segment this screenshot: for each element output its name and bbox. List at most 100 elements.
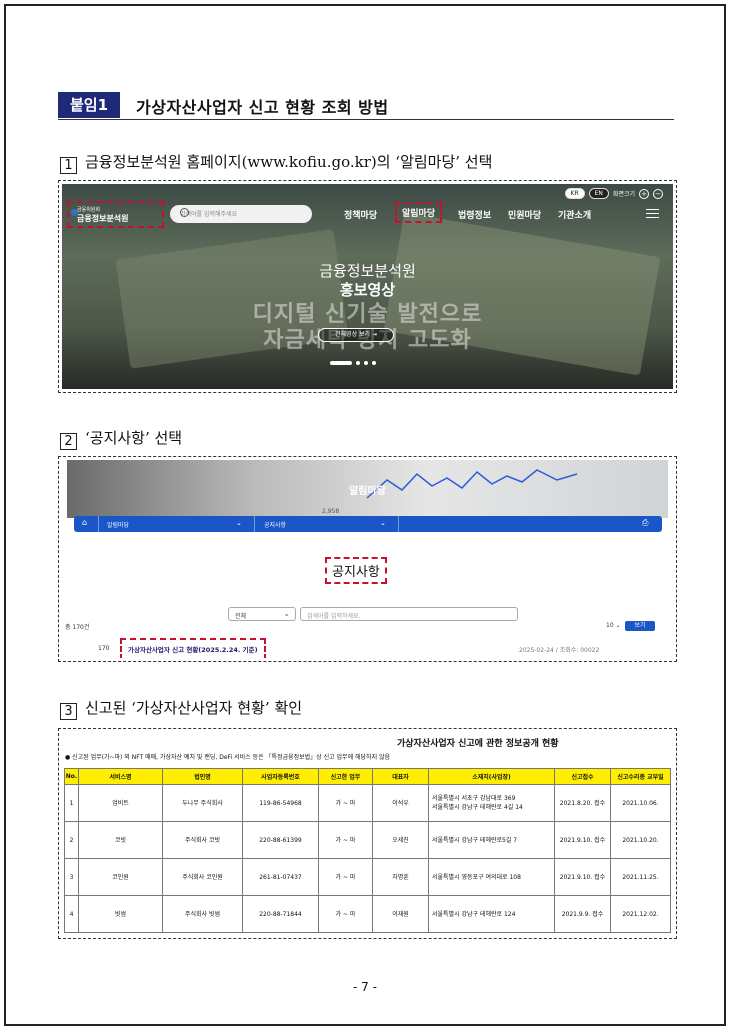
table-cell: 주식회사 빗썸 [162,895,243,933]
board-title: 공지사항 [325,557,387,584]
table-note: ● 신고된 업무(가~마) 외 NFT 매매, 가상자산 예치 및 랜딩, De… [65,754,391,761]
table-cell: 261-81-07437 [242,858,319,896]
table-cell: 이석우 [372,784,429,822]
lang-en-button[interactable]: EN [588,188,609,199]
search-icon[interactable] [180,208,189,217]
zoom-label: 화면크기 [612,191,635,198]
section-heading: 붙임1 가상자산사업자 신고 현황 조회 방법 [58,92,674,120]
table-cell: 오세진 [372,821,429,859]
lang-kr-button[interactable]: KR [564,188,585,199]
step-number: 3 [60,703,77,720]
pause-icon[interactable] [372,361,376,365]
table-cell: 서울특별시 서초구 강남대로 369 서울특별시 강남구 테헤란로 4길 14 [428,784,555,822]
step-2: 2 ‘공지사항’ 선택 [60,427,182,450]
column-header: 대표자 [372,768,429,785]
table-cell: 2021.12.02. [610,895,671,933]
table-cell: 가 ~ 마 [318,858,373,896]
post-meta: 2025-02-24 / 조회수: 00022 [519,647,600,654]
step-3: 3 신고된 ‘가상자산사업자 현황’ 확인 [60,697,302,720]
per-page-select[interactable]: 10 ⌄ [606,622,621,629]
notice-hero-banner: 알림마당 2,958 [67,460,668,518]
table-row: 1 업비트 두나무 주식회사 119-86-54968 가 ~ 마 이석우 서울특별시 서초… [64,784,671,822]
chevron-down-icon: ⌄ [283,609,290,618]
table-cell: 서울특별시 강남구 테헤란로 124 [428,895,555,933]
table-cell: 차명훈 [372,858,429,896]
screenshot-registration-table: 가상자산사업자 신고에 관한 정보공개 현황 ● 신고된 업무(가~마) 외 N… [58,728,677,939]
table-cell: 220-88-61399 [242,821,319,859]
hero-title: 알림마당 [349,486,386,497]
carousel-indicator[interactable] [330,361,376,365]
table-cell: 코인원 [78,858,163,896]
post-title-link[interactable]: 가상자산사업자 신고 현황(2025.2.24. 기준) [120,638,266,658]
table-cell: 1 [64,784,79,822]
select-value: 전체 [235,613,247,620]
registration-table: No. 서비스명 법인명 사업자등록번호 신고한 업무 대표자 소재지(사업장)… [64,768,671,933]
post-number: 170 [98,645,110,652]
table-cell: 2021.9.10. 접수 [554,821,611,859]
hero-subtitle: 금융정보분석원 [319,262,416,280]
step-1: 1 금융정보분석원 홈페이지(www.kofiu.go.kr)의 ‘알림마당’ 선… [60,151,492,174]
page-number: - 7 - [353,980,377,994]
carousel-active-bar[interactable] [330,361,352,365]
zoom-out-icon[interactable]: − [653,188,663,199]
print-icon[interactable]: ⎙ [642,518,648,528]
column-header: 사업자등록번호 [242,768,319,785]
site-logo[interactable]: 금융위원회 금융정보분석원 [67,201,164,228]
table-cell: 업비트 [78,784,163,822]
column-header: 신고접수 [554,768,611,785]
column-header: 신고수리증 교부일 [610,768,671,785]
appendix-tag: 붙임1 [58,92,120,118]
breadcrumb-section[interactable]: 알림마당 [107,520,129,529]
carousel-dot[interactable] [356,361,360,365]
table-cell: 2021.8.20. 접수 [554,784,611,822]
post-count: 총 170건 [65,624,90,631]
column-header: 신고한 업무 [318,768,373,785]
table-row: 4 빗썸 주식회사 빗썸 220-88-71844 가 ~ 마 이재원 서울특별시 강남구 … [64,895,671,933]
logo-parent-org: 금융위원회 [77,207,101,213]
step-text: 금융정보분석원 홈페이지(www.kofiu.go.kr)의 ‘알림마당’ 선택 [85,153,493,171]
breadcrumb-bar: ⌂ 알림마당 ⌄ 공지사항 ⌄ ⎙ [74,516,662,532]
chevron-down-icon[interactable]: ⌄ [380,519,386,527]
nav-item-notice[interactable]: 알림마당 [395,202,443,223]
table-header-row: No. 서비스명 법인명 사업자등록번호 신고한 업무 대표자 소재지(사업장)… [64,768,671,785]
nav-item-about[interactable]: 기관소개 [558,208,591,221]
search-input[interactable]: 검색어를 입력해주세요 [170,205,312,223]
carousel-dot[interactable] [364,361,368,365]
table-row: 3 코인원 주식회사 코인원 261-81-07437 가 ~ 마 차명훈 서울특별시 영등… [64,858,671,896]
screenshot-notice-board: 알림마당 2,958 ⌂ 알림마당 ⌄ 공지사항 ⌄ ⎙ 공지사항 전체 ⌄ 검… [58,456,677,662]
home-icon[interactable]: ⌂ [82,518,87,527]
search-scope-select[interactable]: 전체 ⌄ [228,607,296,621]
chevron-down-icon[interactable]: ⌄ [236,519,242,527]
table-cell: 코빗 [78,821,163,859]
table-cell: 가 ~ 마 [318,821,373,859]
table-cell: 4 [64,895,79,933]
nav-item-policy[interactable]: 정책마당 [344,208,377,221]
table-cell: 119-86-54968 [242,784,319,822]
table-cell: 서울특별시 영등포구 여의대로 108 [428,858,555,896]
page-title: 가상자산사업자 신고 현황 조회 방법 [136,98,389,117]
breadcrumb-page[interactable]: 공지사항 [264,520,286,529]
table-cell: 3 [64,858,79,896]
menu-icon[interactable] [646,209,659,218]
table-cell: 가 ~ 마 [318,895,373,933]
nav-item-civil[interactable]: 민원마당 [508,208,541,221]
table-cell: 2 [64,821,79,859]
table-title: 가상자산사업자 신고에 관한 정보공개 현황 [397,739,559,749]
table-cell: 2021.10.20. [610,821,671,859]
column-header: 서비스명 [78,768,163,785]
view-all-video-button[interactable]: 전체영상 보기 → [318,328,394,342]
table-cell: 2021.9.10. 접수 [554,858,611,896]
column-header: 법인명 [162,768,243,785]
view-button[interactable]: 보기 [625,621,655,631]
step-number: 2 [60,433,77,450]
step-text: ‘공지사항’ 선택 [85,429,183,447]
column-header: 소재지(사업장) [428,768,555,785]
table-cell: 빗썸 [78,895,163,933]
table-cell: 2021.10.06. [610,784,671,822]
screenshot-homepage: KR EN 화면크기 + − 금융위원회 금융정보분석원 검색어를 입력해주세요… [58,180,677,393]
zoom-in-icon[interactable]: + [639,188,649,199]
nav-item-law[interactable]: 법령정보 [458,208,491,221]
table-cell: 2021.11.25. [610,858,671,896]
board-search-input[interactable]: 검색어를 입력하세요. [300,607,518,621]
search-placeholder: 검색어를 입력하세요. [307,613,361,620]
